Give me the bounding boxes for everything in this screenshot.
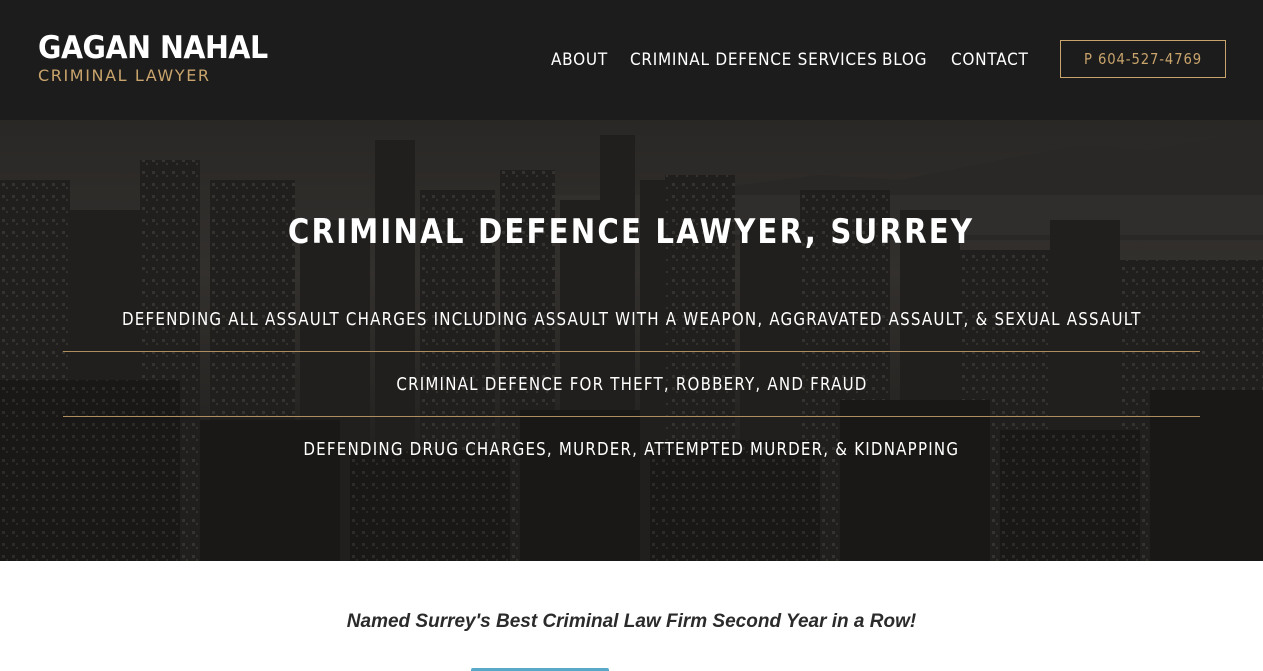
hero-section: CRIMINAL DEFENCE LAWYER, SURREY DEFENDIN…	[0, 120, 1263, 561]
nav-item-contact[interactable]: CONTACT	[951, 47, 1029, 73]
service-divider	[63, 351, 1200, 352]
nav-item-criminal-defence-services[interactable]: CRIMINAL DEFENCE SERVICES	[630, 47, 878, 73]
nav-item-about[interactable]: ABOUT	[551, 47, 608, 73]
service-line-assault: DEFENDING ALL ASSAULT CHARGES INCLUDING …	[121, 310, 1142, 330]
hero-title: CRIMINAL DEFENCE LAWYER, SURREY	[288, 212, 975, 252]
site-header: GAGAN NAHAL CRIMINAL LAWYER ABOUT CRIMIN…	[0, 0, 1263, 120]
logo-name: GAGAN NAHAL	[38, 30, 268, 66]
site-logo[interactable]: GAGAN NAHAL CRIMINAL LAWYER	[38, 28, 268, 86]
hero-overlay	[0, 120, 1263, 561]
logo-subtitle: CRIMINAL LAWYER	[38, 66, 211, 85]
award-tagline: Named Surrey's Best Criminal Law Firm Se…	[346, 611, 917, 632]
phone-button-label: P 604-527-4769	[1083, 50, 1202, 68]
phone-button[interactable]: P 604-527-4769	[1060, 40, 1226, 78]
service-line-theft: CRIMINAL DEFENCE FOR THEFT, ROBBERY, AND…	[395, 375, 868, 395]
service-divider	[63, 416, 1200, 417]
service-line-drugs: DEFENDING DRUG CHARGES, MURDER, ATTEMPTE…	[303, 440, 960, 460]
nav-item-blog[interactable]: BLOG	[882, 47, 927, 73]
